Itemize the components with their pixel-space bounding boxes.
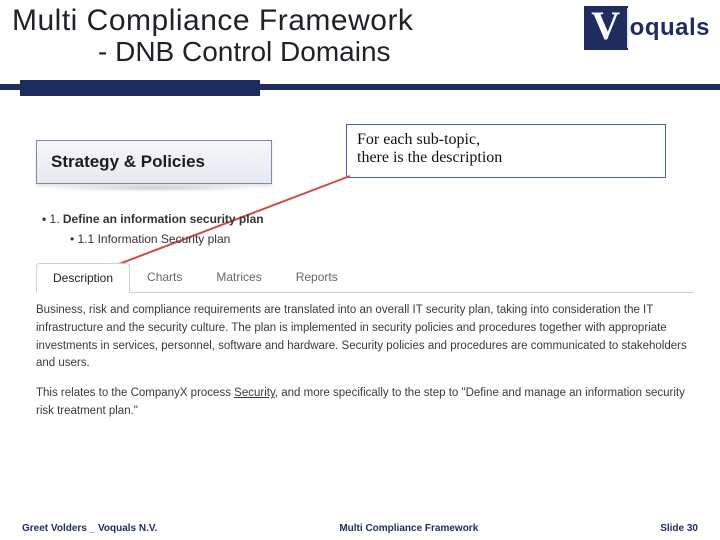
topic-list: 1. Define an information security plan 1…	[36, 206, 700, 246]
list-item-1: 1. Define an information security plan	[42, 212, 700, 226]
callout-line1: For each sub-topic,	[357, 131, 655, 149]
list-item-1-label: Define an information security plan	[63, 212, 264, 226]
slide-footer: Greet Volders _ Voquals N.V. Multi Compl…	[0, 523, 720, 534]
section-heading-label: Strategy & Policies	[51, 152, 205, 172]
p2-part-a: This relates to the CompanyX process	[36, 387, 234, 399]
footer-right: Slide 30	[660, 523, 698, 534]
footer-left: Greet Volders _ Voquals N.V.	[22, 523, 157, 534]
security-link[interactable]: Security	[234, 387, 275, 399]
footer-center: Multi Compliance Framework	[339, 523, 478, 534]
description-paragraph-1: Business, risk and compliance requiremen…	[36, 302, 690, 373]
callout-line2: there is the description	[357, 149, 655, 167]
logo-v-icon: V	[584, 6, 628, 50]
list-item-1-prefix: 1.	[50, 212, 63, 226]
list-item-1-1: 1.1 Information Security plan	[70, 232, 700, 246]
tab-charts[interactable]: Charts	[130, 262, 199, 292]
brand-logo: V oquals	[584, 6, 710, 50]
header-rule-thick	[20, 80, 260, 96]
tab-matrices[interactable]: Matrices	[199, 262, 278, 292]
section-shadow	[38, 184, 268, 192]
section-heading-box: Strategy & Policies	[36, 140, 272, 184]
tab-bar: Description Charts Matrices Reports	[36, 262, 694, 293]
tab-reports[interactable]: Reports	[279, 262, 355, 292]
description-paragraph-2: This relates to the CompanyX process Sec…	[36, 385, 690, 421]
tab-description[interactable]: Description	[36, 263, 130, 293]
logo-text: oquals	[630, 14, 710, 42]
annotation-callout: For each sub-topic, there is the descrip…	[346, 124, 666, 178]
description-body: Business, risk and compliance requiremen…	[36, 302, 690, 433]
